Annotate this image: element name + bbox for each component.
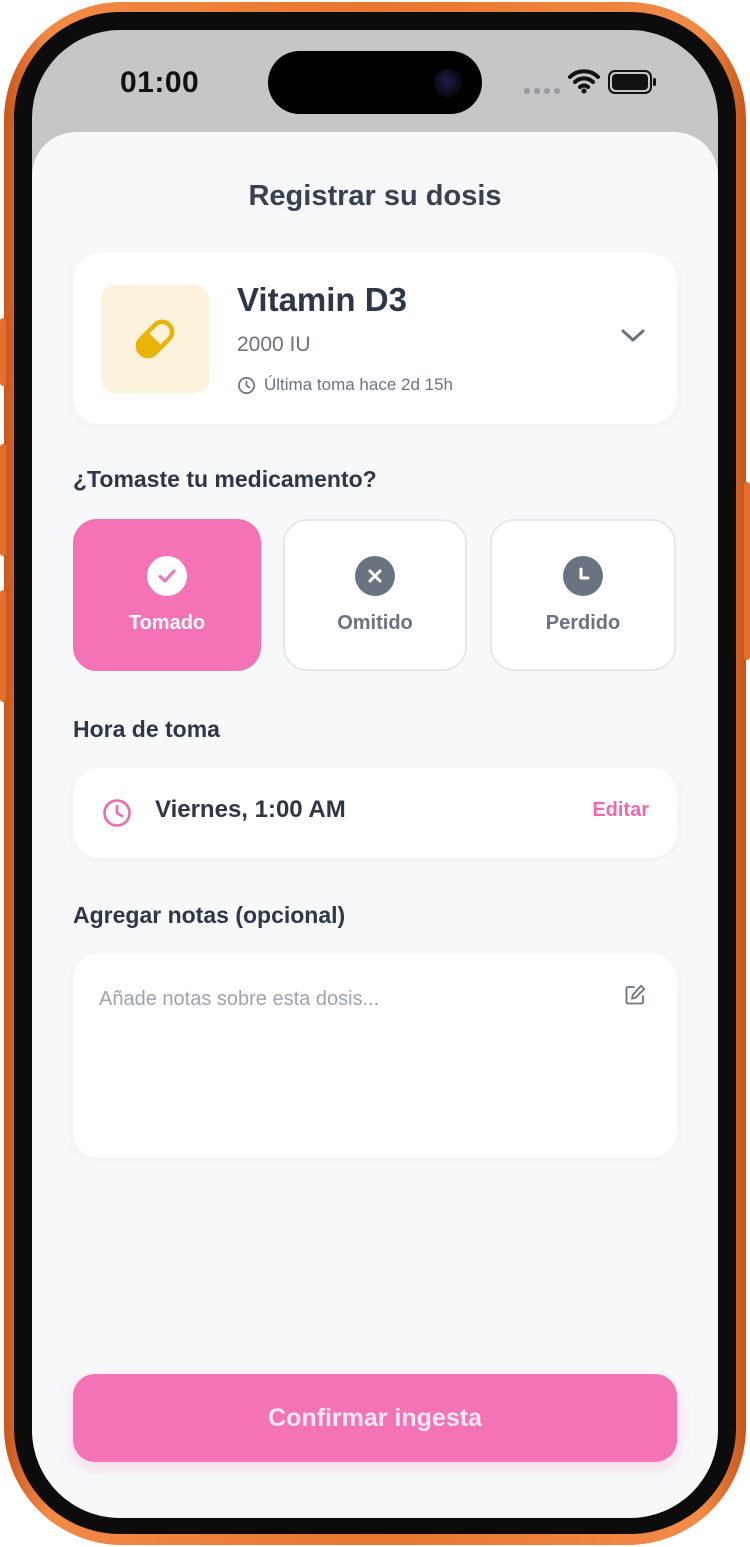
status-option-label: Tomado: [128, 612, 206, 634]
status-option-missed[interactable]: Perdido: [490, 519, 676, 671]
clock-icon: [238, 376, 255, 394]
status-option-taken[interactable]: Tomado: [73, 519, 261, 671]
notes-card: [73, 953, 677, 1158]
x-circle-icon: [355, 556, 395, 596]
status-question-label: ¿Tomaste tu medicamento?: [73, 466, 377, 492]
status-option-label: Omitido: [337, 612, 413, 634]
status-bar-time: 01:00: [120, 66, 200, 99]
phone-screen: 01:00 Registrar su dosis Vitamin D3 2000…: [32, 30, 718, 1518]
check-circle-icon: [147, 556, 187, 596]
wifi-icon: [568, 69, 600, 94]
dose-time-field[interactable]: Viernes, 1:00 AM Editar: [73, 768, 677, 858]
action-button: [0, 318, 6, 386]
last-taken-info: Última toma hace 2d 15h: [237, 375, 453, 395]
signal-dots-icon: [524, 88, 560, 94]
last-taken-text: Última toma hace 2d 15h: [264, 375, 453, 394]
edit-time-button[interactable]: Editar: [592, 799, 649, 822]
medication-icon-box: [101, 285, 209, 393]
dynamic-island: [268, 51, 482, 114]
medication-name: Vitamin D3: [237, 281, 407, 318]
log-dose-sheet: Registrar su dosis Vitamin D3 2000 IU Úl…: [32, 132, 718, 1518]
medication-selector[interactable]: Vitamin D3 2000 IU Última toma hace 2d 1…: [73, 253, 677, 424]
confirm-intake-button[interactable]: Confirmar ingesta: [73, 1374, 677, 1462]
notes-section-label: Agregar notas (opcional): [73, 902, 346, 928]
clock-circle-icon: [563, 556, 603, 596]
volume-down-button: [0, 590, 6, 702]
dose-time-value: Viernes, 1:00 AM: [155, 796, 346, 823]
power-button: [744, 482, 750, 660]
status-option-label: Perdido: [545, 612, 621, 634]
sheet-title: Registrar su dosis: [248, 180, 502, 212]
battery-icon: [608, 70, 656, 94]
medication-dose: 2000 IU: [237, 333, 311, 356]
volume-up-button: [0, 444, 6, 556]
chevron-down-icon[interactable]: [619, 327, 647, 345]
notes-input[interactable]: [99, 979, 599, 1019]
front-camera: [434, 69, 462, 97]
pill-icon: [135, 319, 175, 359]
clock-icon: [103, 799, 131, 827]
status-bar-indicators: [524, 68, 664, 98]
status-option-skipped[interactable]: Omitido: [283, 519, 467, 671]
edit-note-icon: [625, 984, 646, 1005]
time-section-label: Hora de toma: [73, 716, 220, 742]
